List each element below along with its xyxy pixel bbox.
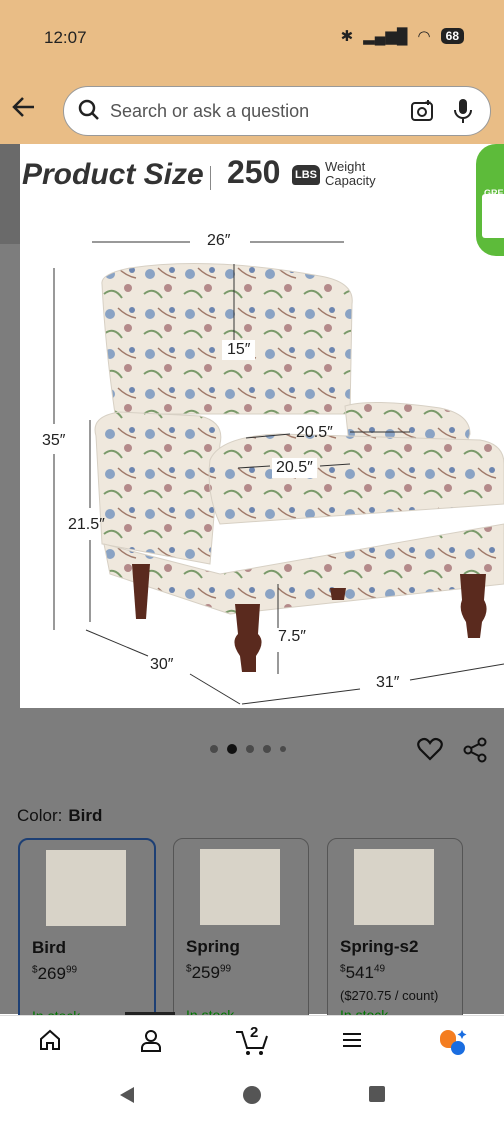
variant-unit-price: ($270.75 / count): [340, 988, 439, 1003]
battery-icon: 68: [440, 28, 464, 44]
search-header: Search or ask a question: [0, 78, 504, 144]
dimension-seat-depth: 20.5″: [296, 424, 333, 441]
chair-illustration: [53, 241, 504, 705]
dimension-height: 35″: [42, 432, 66, 449]
color-label: Color: Bird: [17, 806, 103, 825]
camera-search-icon[interactable]: [410, 99, 434, 128]
account-icon[interactable]: [139, 1028, 163, 1057]
variant-card-bird[interactable]: Bird $26999 In stock: [18, 838, 156, 1032]
carousel-dot[interactable]: [263, 745, 271, 753]
dimension-depth: 30″: [150, 656, 174, 673]
dimension-seat-width: 20.5″: [272, 458, 317, 478]
status-icons: ✱ ▂▄▆█ ◠ 68: [341, 27, 464, 45]
cart-count: 2: [250, 1024, 259, 1041]
rufus-icon[interactable]: [438, 1028, 468, 1061]
dimension-leg-height: 7.5″: [278, 628, 306, 645]
carousel-dot[interactable]: [210, 745, 218, 753]
selected-color: Bird: [68, 806, 103, 825]
variant-name: Bird: [32, 938, 66, 957]
heart-icon[interactable]: [417, 737, 443, 766]
variant-thumbnail: [200, 849, 280, 925]
recents-square-icon[interactable]: [368, 1085, 386, 1108]
image-carousel-dots: [210, 744, 286, 754]
background-page-strip: [0, 144, 20, 244]
variant-thumbnail: [354, 849, 434, 925]
system-navigation-bar: [0, 1065, 504, 1122]
cart-icon[interactable]: 2: [234, 1024, 270, 1061]
wifi-icon: ◠: [417, 28, 431, 45]
home-icon[interactable]: [38, 1028, 62, 1057]
variant-name: Spring-s2: [340, 937, 419, 956]
variant-price: $26999: [32, 964, 78, 983]
status-time: 12:07: [44, 28, 87, 47]
variant-name: Spring: [186, 937, 240, 956]
variant-price: $54149: [340, 963, 386, 982]
carousel-dot[interactable]: [280, 746, 286, 752]
back-arrow-icon[interactable]: [10, 93, 40, 123]
dimension-arm-height: 21.5″: [68, 516, 105, 533]
variant-price: $25999: [186, 963, 232, 982]
back-triangle-icon[interactable]: [118, 1085, 136, 1110]
share-icon[interactable]: [462, 737, 488, 768]
bottom-navigation: 2: [0, 1015, 504, 1066]
home-circle-icon[interactable]: [242, 1085, 262, 1110]
carousel-dot[interactable]: [246, 745, 254, 753]
search-input[interactable]: Search or ask a question: [63, 86, 491, 136]
menu-icon[interactable]: [340, 1028, 364, 1057]
bluetooth-icon: ✱: [340, 28, 354, 45]
product-image[interactable]: Product Size 250 LBS Weight Capacity GRE: [20, 144, 504, 708]
variant-thumbnail: [46, 850, 126, 926]
status-bar: 12:07 ✱ ▂▄▆█ ◠ 68: [0, 0, 504, 78]
search-placeholder: Search or ask a question: [110, 101, 310, 121]
signal-icon: ▂▄▆█: [363, 28, 408, 45]
dimension-back-height: 15″: [222, 340, 256, 360]
dimension-width: 26″: [207, 232, 231, 249]
variant-card-spring[interactable]: Spring $25999 In stock: [173, 838, 309, 1030]
microphone-icon[interactable]: [452, 98, 474, 129]
dimension-overall-width: 31″: [376, 674, 400, 691]
variant-card-spring-s2[interactable]: Spring-s2 $54149 ($270.75 / count) In st…: [327, 838, 463, 1030]
carousel-dot-active[interactable]: [227, 744, 237, 754]
search-icon: [78, 99, 100, 126]
